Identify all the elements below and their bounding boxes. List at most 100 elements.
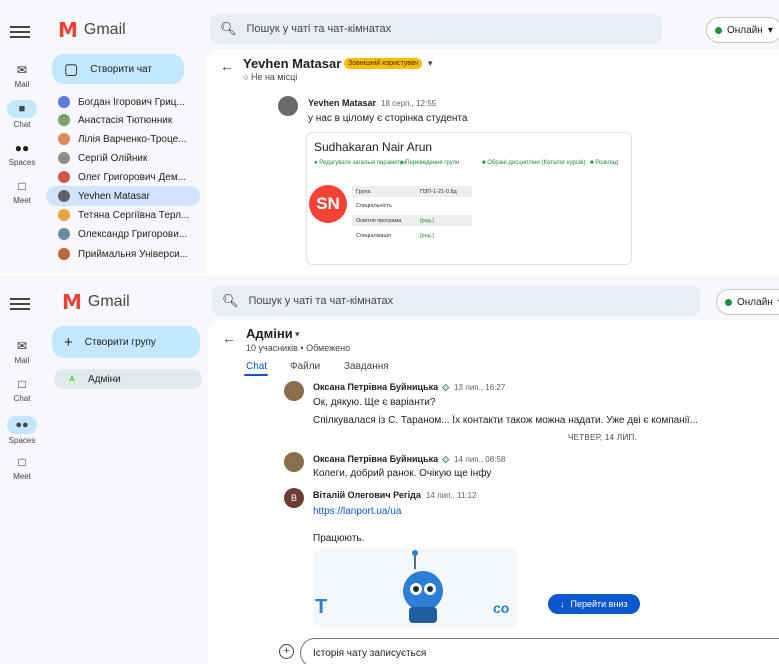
chevron-down-icon: ▾ xyxy=(767,24,773,36)
composer-placeholder: Історія чату записується xyxy=(313,647,427,659)
card-action-edit[interactable]: ● Редагувати загальні параметри xyxy=(314,160,407,166)
sidebar-item-chat[interactable]: Олег Григорович Дем... xyxy=(46,167,200,187)
back-arrow-icon[interactable]: ← xyxy=(220,58,234,74)
gmail-m-icon: M xyxy=(62,290,82,314)
card-action-transfer[interactable]: ● Переведення групи xyxy=(400,160,459,166)
author-name: Віталій Олегович Регіда xyxy=(313,490,421,500)
author-name: Оксана Петрівна Буйницька xyxy=(313,382,439,392)
create-group-button[interactable]: + Створити групу xyxy=(52,326,200,358)
meet-icon: □ xyxy=(18,179,26,193)
row-value: ПЗП-1-21-0.8д xyxy=(420,188,457,195)
rail-mail[interactable]: ✉ Mail xyxy=(0,62,44,89)
message-author: Yevhen Matasar 18 серп., 12:55 xyxy=(308,98,436,108)
avatar xyxy=(58,96,70,108)
gmail-logo[interactable]: M Gmail xyxy=(58,18,126,42)
add-attachment-icon[interactable]: + xyxy=(279,644,294,659)
status-dropdown[interactable]: Онлайн ▾ xyxy=(706,17,779,43)
tab-tasks[interactable]: Завдання xyxy=(344,361,389,372)
conversation-title: Yevhen Matasar xyxy=(243,56,342,71)
row-edit-link[interactable]: [ред.] xyxy=(420,218,434,224)
tab-files[interactable]: Файли xyxy=(290,361,320,372)
jump-to-bottom-button[interactable]: ↓ Перейти вниз xyxy=(548,594,640,614)
link-preview-image[interactable]: T co xyxy=(313,549,517,627)
space-title: Адміни xyxy=(246,326,293,341)
logo-text: Gmail xyxy=(87,293,130,310)
create-chat-label: Створити чат xyxy=(90,63,152,75)
card-row-specialization: Спеціалізація [ред.] xyxy=(352,230,472,241)
gmail-logo[interactable]: M Gmail xyxy=(62,290,130,314)
row-edit-link[interactable]: [ред.] xyxy=(420,233,434,239)
card-action-label: Розклад xyxy=(595,160,619,166)
search-placeholder: Пошук у чаті та чат-кімнатах xyxy=(246,23,392,35)
chat-label: Лілія Варченко-Троце... xyxy=(78,133,187,145)
sidebar-item-chat[interactable]: Приймальня Універси... xyxy=(46,244,200,264)
rail-chat[interactable]: □ Chat xyxy=(0,376,44,403)
title-chevron-down-icon[interactable]: ▾ xyxy=(295,329,300,340)
message-author: Віталій Олегович Регіда 14 лип., 11:12 xyxy=(313,490,477,500)
avatar[interactable] xyxy=(284,381,304,401)
message-text: у нас в цілому є сторінка студента xyxy=(308,113,468,124)
card-action-label: Редагувати загальні параметри xyxy=(319,160,407,166)
message-time: 14 лип., 11:12 xyxy=(425,491,477,500)
message-link[interactable]: https://lanport.ua/ua xyxy=(313,506,401,517)
rail-mail-label: Mail xyxy=(14,356,30,365)
sidebar-item-chat[interactable]: Анастасія Тютюнник xyxy=(46,110,200,130)
message-author: Оксана Петрівна Буйницька ◇ 14 лип., 08:58 xyxy=(313,454,505,465)
message-text: Працюють. xyxy=(313,533,365,544)
card-title: Sudhakaran Nair Arun xyxy=(314,140,433,154)
online-dot-icon xyxy=(725,298,732,306)
message-text: Спілкувалася із С. Тараном... Їх контакт… xyxy=(313,415,699,426)
card-action-disciplines[interactable]: ■ Обрані дисципліни (Каталог курсів) xyxy=(482,160,585,166)
sidebar-item-admins[interactable]: А Адміни xyxy=(54,369,202,389)
create-chat-button[interactable]: ▢ Створити чат xyxy=(52,54,184,84)
rail-spaces-label: Spaces xyxy=(8,436,36,445)
rail-mail[interactable]: ✉ Mail xyxy=(0,338,44,365)
search-icon[interactable]: 🔍︎ xyxy=(220,21,237,37)
chat-label: Сергій Олійник xyxy=(78,152,148,164)
message-author: Оксана Петрівна Буйницька ◇ 13 лип., 16:27 xyxy=(313,382,505,393)
title-chevron-down-icon[interactable]: ▾ xyxy=(428,58,433,69)
search-bar[interactable]: 🔍︎ Пошук у чаті та чат-кімнатах xyxy=(210,14,662,44)
chat-label: Олександр Григорови... xyxy=(78,228,188,240)
rail-chat[interactable]: ■ Chat xyxy=(0,100,44,129)
search-icon[interactable]: 🔍︎ xyxy=(222,293,239,309)
rail-chat-label: Chat xyxy=(13,120,31,129)
message-composer[interactable]: Історія чату записується xyxy=(300,638,779,664)
sidebar-item-chat[interactable]: Богдан Ігорович Гриц... xyxy=(46,92,200,112)
message-text: Ок, дякую. Ще є варіанти? xyxy=(313,397,436,408)
sidebar-item-chat[interactable]: Тетяна Сергіївна Терл... xyxy=(46,205,200,225)
avatar xyxy=(58,190,70,202)
search-bar[interactable]: 🔍︎ Пошук у чаті та чат-кімнатах xyxy=(212,286,700,316)
author-name: Оксана Петрівна Буйницька xyxy=(313,454,439,464)
rail-spaces[interactable]: ●● Spaces xyxy=(0,140,44,167)
row-key: Група xyxy=(356,188,371,195)
new-chat-icon: ▢ xyxy=(64,61,79,78)
verified-icon: ◇ xyxy=(442,382,450,392)
main-menu-icon[interactable] xyxy=(10,24,30,38)
spaces-icon: ●● xyxy=(14,141,30,155)
robot-mascot-image: T co xyxy=(313,549,517,627)
card-action-label: Переведення групи xyxy=(405,160,460,166)
rail-spaces[interactable]: ●● Spaces xyxy=(0,416,44,445)
main-menu-icon[interactable] xyxy=(10,296,30,310)
chat-label: Анастасія Тютюнник xyxy=(78,114,173,126)
avatar xyxy=(58,228,70,240)
avatar[interactable]: В xyxy=(284,488,304,508)
card-action-schedule[interactable]: ■ Розклад xyxy=(590,160,618,166)
avatar[interactable] xyxy=(284,452,304,472)
sidebar-item-chat[interactable]: Yevhen Matasar xyxy=(46,186,200,206)
sidebar-item-chat[interactable]: Олександр Григорови... xyxy=(46,224,200,244)
status-label: Онлайн xyxy=(737,296,773,308)
card-row-program: Освітня програма [ред.] xyxy=(352,215,472,226)
rail-meet[interactable]: □ Meet xyxy=(0,454,44,481)
space-subtitle: 10 учасників • Обмежено xyxy=(246,343,351,353)
tab-chat[interactable]: Chat xyxy=(246,361,267,372)
rail-meet[interactable]: □ Meet xyxy=(0,178,44,205)
back-arrow-icon[interactable]: ← xyxy=(222,330,236,346)
avatar[interactable] xyxy=(278,96,298,116)
sidebar-item-chat[interactable]: Лілія Варченко-Троце... xyxy=(46,129,200,149)
status-dropdown[interactable]: Онлайн ▾ xyxy=(716,289,779,315)
rail-meet-label: Meet xyxy=(13,472,31,481)
sidebar-item-chat[interactable]: Сергій Олійник xyxy=(46,148,200,168)
verified-icon: ◇ xyxy=(442,454,450,464)
